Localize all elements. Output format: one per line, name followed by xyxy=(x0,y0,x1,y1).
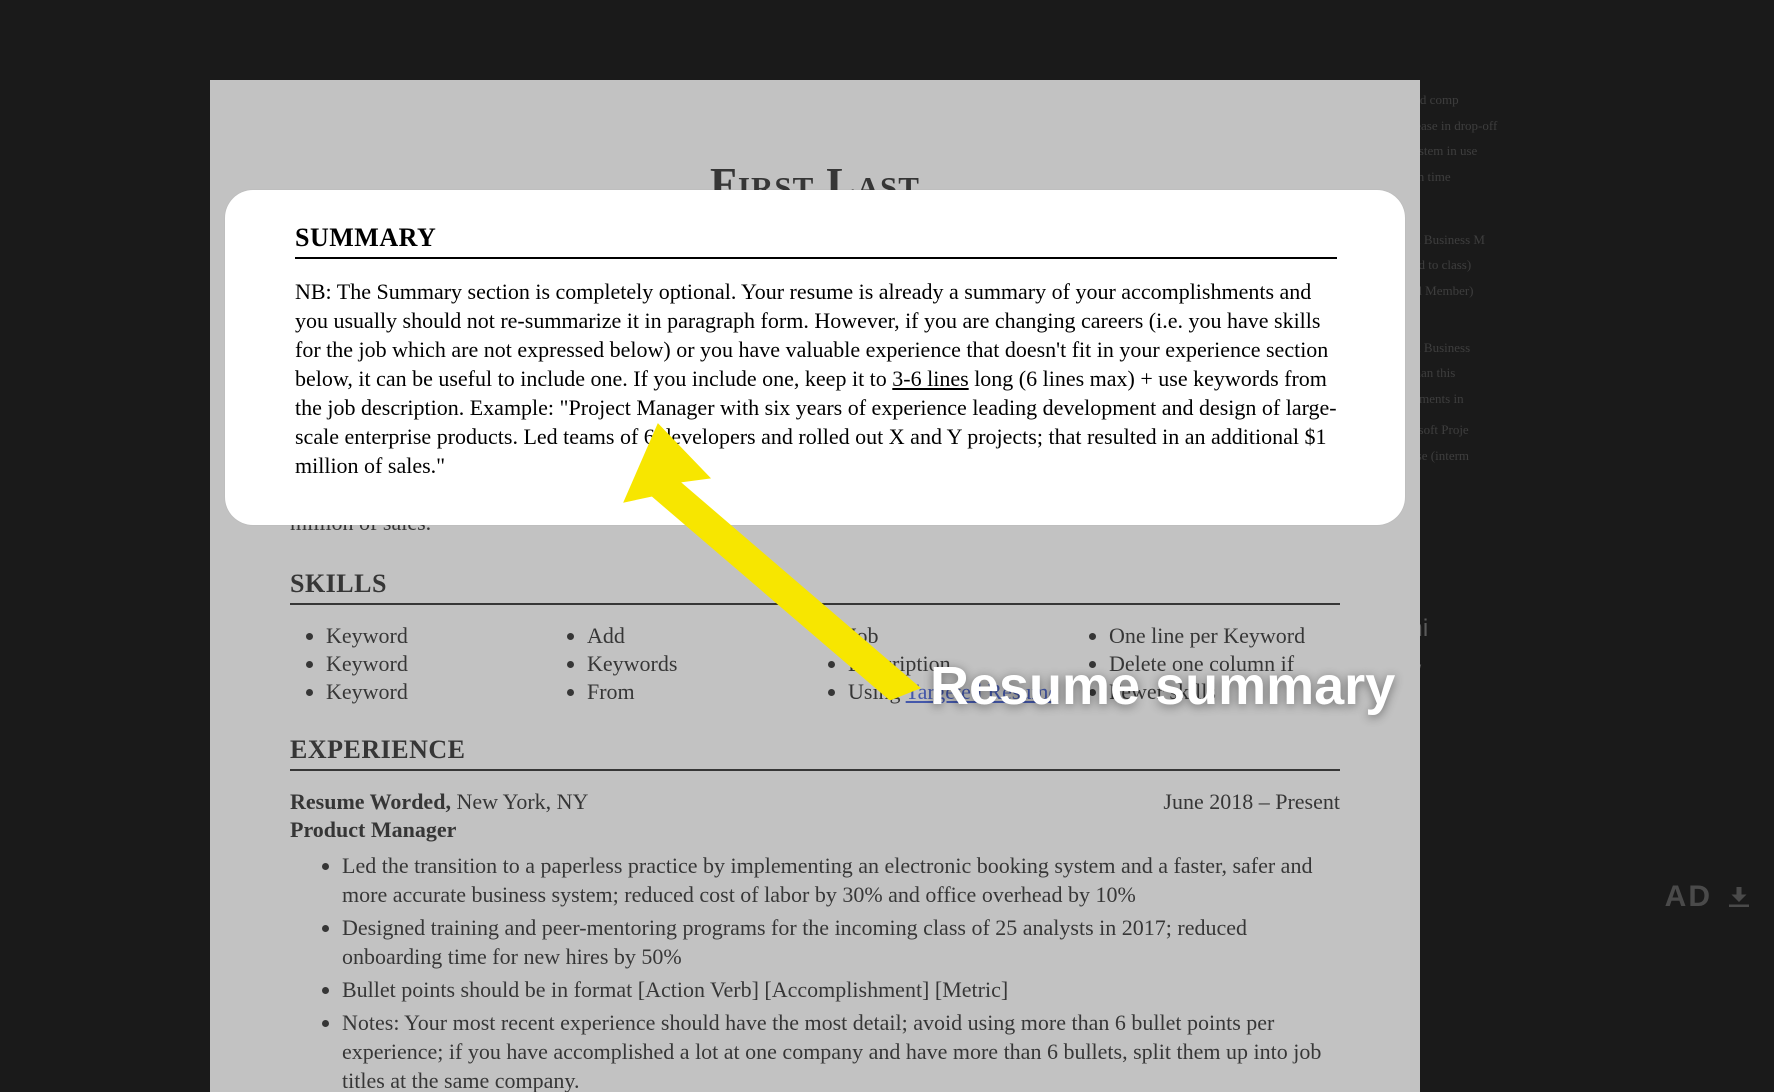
list-item: Keyword xyxy=(326,623,557,649)
summary-body: NB: The Summary section is completely op… xyxy=(290,334,1340,537)
skills-col-3: Job Description Using Targeted Resume xyxy=(818,623,1079,707)
job-header-row: Resume Worded, New York, NY June 2018 – … xyxy=(290,789,1340,815)
list-item: One line per Keyword xyxy=(1109,623,1340,649)
skills-heading: SKILLS xyxy=(290,569,1340,605)
list-item: From xyxy=(587,679,818,705)
list-item: Job xyxy=(848,623,1079,649)
contact-phone: +1-234-456-789 xyxy=(548,219,686,243)
download-button[interactable]: AD xyxy=(1665,880,1754,914)
job-location: New York, NY xyxy=(456,789,588,814)
list-item: Add xyxy=(587,623,818,649)
contact-linkedin: linkedin.com/in/username xyxy=(1055,219,1274,243)
targeted-resume-link[interactable]: Targeted Resume xyxy=(906,679,1059,704)
list-item: Keyword xyxy=(326,651,557,677)
job-dates: June 2018 – Present xyxy=(1163,789,1340,815)
job-title: Product Manager xyxy=(290,817,1340,843)
list-item: Bullet points should be in format [Actio… xyxy=(342,975,1340,1004)
resume-contact-line: Bay Area, California • +1-234-456-789 • … xyxy=(290,219,1340,244)
list-item: Designed training and peer-mentoring pro… xyxy=(342,913,1340,971)
job-company: Resume Worded, xyxy=(290,789,451,814)
contact-email: professionalemail@resumeworded.com xyxy=(704,219,1038,243)
download-label: AD xyxy=(1665,880,1712,914)
skills-grid: Keyword Keyword Keyword Add Keywords Fro… xyxy=(290,623,1340,707)
list-item: Delete one column if xyxy=(1109,651,1340,677)
list-item: Keywords xyxy=(587,651,818,677)
list-item: Fewer skills xyxy=(1109,679,1340,705)
list-item: Description xyxy=(848,651,1079,677)
summary-heading: SUMMARY xyxy=(290,280,1340,316)
list-item: Led the transition to a paperless practi… xyxy=(342,851,1340,909)
list-item: Using Targeted Resume xyxy=(848,679,1079,705)
list-item: Notes: Your most recent experience shoul… xyxy=(342,1008,1340,1092)
job-bullets: Led the transition to a paperless practi… xyxy=(290,851,1340,1092)
skills-col-4: One line per Keyword Delete one column i… xyxy=(1079,623,1340,707)
skills-col-1: Keyword Keyword Keyword xyxy=(296,623,557,707)
skills-col-2: Add Keywords From xyxy=(557,623,818,707)
list-item: Keyword xyxy=(326,679,557,705)
resume-name: First Last xyxy=(290,158,1340,209)
contact-location: Bay Area, California xyxy=(356,219,530,243)
experience-heading: EXPERIENCE xyxy=(290,735,1340,771)
download-icon xyxy=(1724,882,1754,912)
resume-page: First Last Bay Area, California • +1-234… xyxy=(210,80,1420,1092)
